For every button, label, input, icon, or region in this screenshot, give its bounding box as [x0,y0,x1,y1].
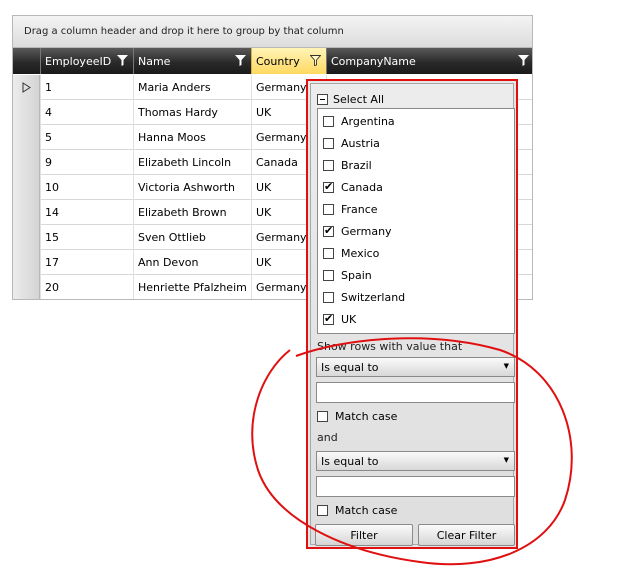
value1-input[interactable] [316,382,515,403]
filter-value-label: UK [341,313,357,326]
filter-value-label: Argentina [341,115,395,128]
operator1-value: Is equal to [321,361,379,374]
filter-value-item[interactable]: Mexico [323,247,379,260]
row-indicator[interactable] [13,100,40,125]
column-header-name[interactable]: Name [133,48,251,74]
filter-funnel-icon[interactable] [235,55,246,66]
value2-input[interactable] [316,476,515,497]
row-indicator[interactable] [13,150,40,175]
filter-button[interactable]: Filter [315,524,413,546]
filter-value-item[interactable]: Canada [323,180,383,194]
filter-value-checkbox[interactable] [323,248,334,259]
filter-value-checkbox[interactable] [323,138,334,149]
filter-value-label: Germany [341,225,392,238]
cell-name[interactable]: Hanna Moos [133,125,251,150]
filter-value-checkbox[interactable] [323,224,334,238]
filter-popup-panel: Select All Argentina Austria Brazil Canada F… [310,83,515,546]
chevron-down-icon: ▼ [503,456,509,464]
cell-employeeid[interactable]: 9 [40,150,133,175]
filter-value-checkbox[interactable] [323,312,334,326]
cell-employeeid[interactable]: 20 [40,275,133,299]
cell-name[interactable]: Elizabeth Brown [133,200,251,225]
filter-value-item[interactable]: France [323,203,378,216]
filter-funnel-icon[interactable] [117,55,128,66]
filter-value-item[interactable]: Brazil [323,159,372,172]
filter-value-label: Switzerland [341,291,406,304]
cell-name[interactable]: Sven Ottlieb [133,225,251,250]
cell-employeeid[interactable]: 14 [40,200,133,225]
filter-value-label: France [341,203,378,216]
row-indicator[interactable] [13,125,40,150]
filter-value-item[interactable]: Spain [323,269,372,282]
filter-value-checkbox[interactable] [323,204,334,215]
filter-value-label: Austria [341,137,380,150]
filter-value-label: Mexico [341,247,380,260]
filter-value-label: Spain [341,269,372,282]
cell-name[interactable]: Maria Anders [133,75,251,100]
select-all-option[interactable]: Select All [317,93,384,106]
filter-value-item[interactable]: Argentina [323,115,395,128]
filter-value-item[interactable]: Germany [323,224,392,238]
cell-name[interactable]: Henriette Pfalzheim [133,275,251,299]
row-indicator[interactable] [13,225,40,250]
cell-employeeid[interactable]: 17 [40,250,133,275]
filter-value-item[interactable]: Austria [323,137,380,150]
group-panel[interactable]: Drag a column header and drop it here to… [13,16,532,48]
cell-name[interactable]: Thomas Hardy [133,100,251,125]
clear-filter-button[interactable]: Clear Filter [418,524,515,546]
filter-value-checkbox[interactable] [323,292,334,303]
filter-value-checkbox[interactable] [323,116,334,127]
match-case1-label: Match case [335,410,398,423]
filter-popup: Select All Argentina Austria Brazil Canada F… [306,79,518,549]
cell-name[interactable]: Ann Devon [133,250,251,275]
filter-value-label: Brazil [341,159,372,172]
column-header-companyname[interactable]: CompanyName [326,48,532,74]
cell-name[interactable]: Victoria Ashworth [133,175,251,200]
row-indicator[interactable] [13,75,40,100]
filter-value-checkbox[interactable] [323,270,334,281]
column-header-employeeid[interactable]: EmployeeID [40,48,133,74]
column-header-label: EmployeeID [45,55,112,68]
show-rows-label: Show rows with value that [317,340,463,353]
cell-name[interactable]: Elizabeth Lincoln [133,150,251,175]
cell-employeeid[interactable]: 10 [40,175,133,200]
column-header-label: CompanyName [331,55,416,68]
operator1-dropdown[interactable]: Is equal to ▼ [316,357,515,377]
filter-value-label: Canada [341,181,383,194]
select-all-label: Select All [333,93,385,106]
row-indicator[interactable] [13,275,40,299]
column-header-label: Name [138,55,171,68]
operator2-value: Is equal to [321,455,379,468]
match-case2-checkbox[interactable] [317,505,328,516]
match-case2-option[interactable]: Match case [317,504,397,517]
filter-funnel-icon[interactable] [518,55,529,66]
filter-value-item[interactable]: Switzerland [323,291,405,304]
cell-employeeid[interactable]: 5 [40,125,133,150]
header-row: EmployeeID Name Country CompanyName [13,48,532,74]
header-indicator-cell [13,48,40,74]
match-case1-checkbox[interactable] [317,411,328,422]
cell-employeeid[interactable]: 4 [40,100,133,125]
filter-value-item[interactable]: UK [323,312,357,326]
match-case2-label: Match case [335,504,398,517]
column-header-country[interactable]: Country [251,48,326,74]
chevron-down-icon: ▼ [503,362,509,370]
column-header-label: Country [256,55,300,68]
match-case1-option[interactable]: Match case [317,410,397,423]
row-indicator[interactable] [13,250,40,275]
current-row-arrow-icon [22,82,31,93]
filter-funnel-icon[interactable] [310,55,321,66]
row-indicator[interactable] [13,175,40,200]
filter-value-checkbox[interactable] [323,160,334,171]
distinct-values-list[interactable]: Argentina Austria Brazil Canada France German… [317,108,515,334]
cell-employeeid[interactable]: 15 [40,225,133,250]
filter-value-checkbox[interactable] [323,180,334,194]
row-indicator[interactable] [13,200,40,225]
select-all-checkbox[interactable] [317,94,328,105]
cell-employeeid[interactable]: 1 [40,75,133,100]
logical-operator-label: and [317,431,338,444]
operator2-dropdown[interactable]: Is equal to ▼ [316,451,515,471]
